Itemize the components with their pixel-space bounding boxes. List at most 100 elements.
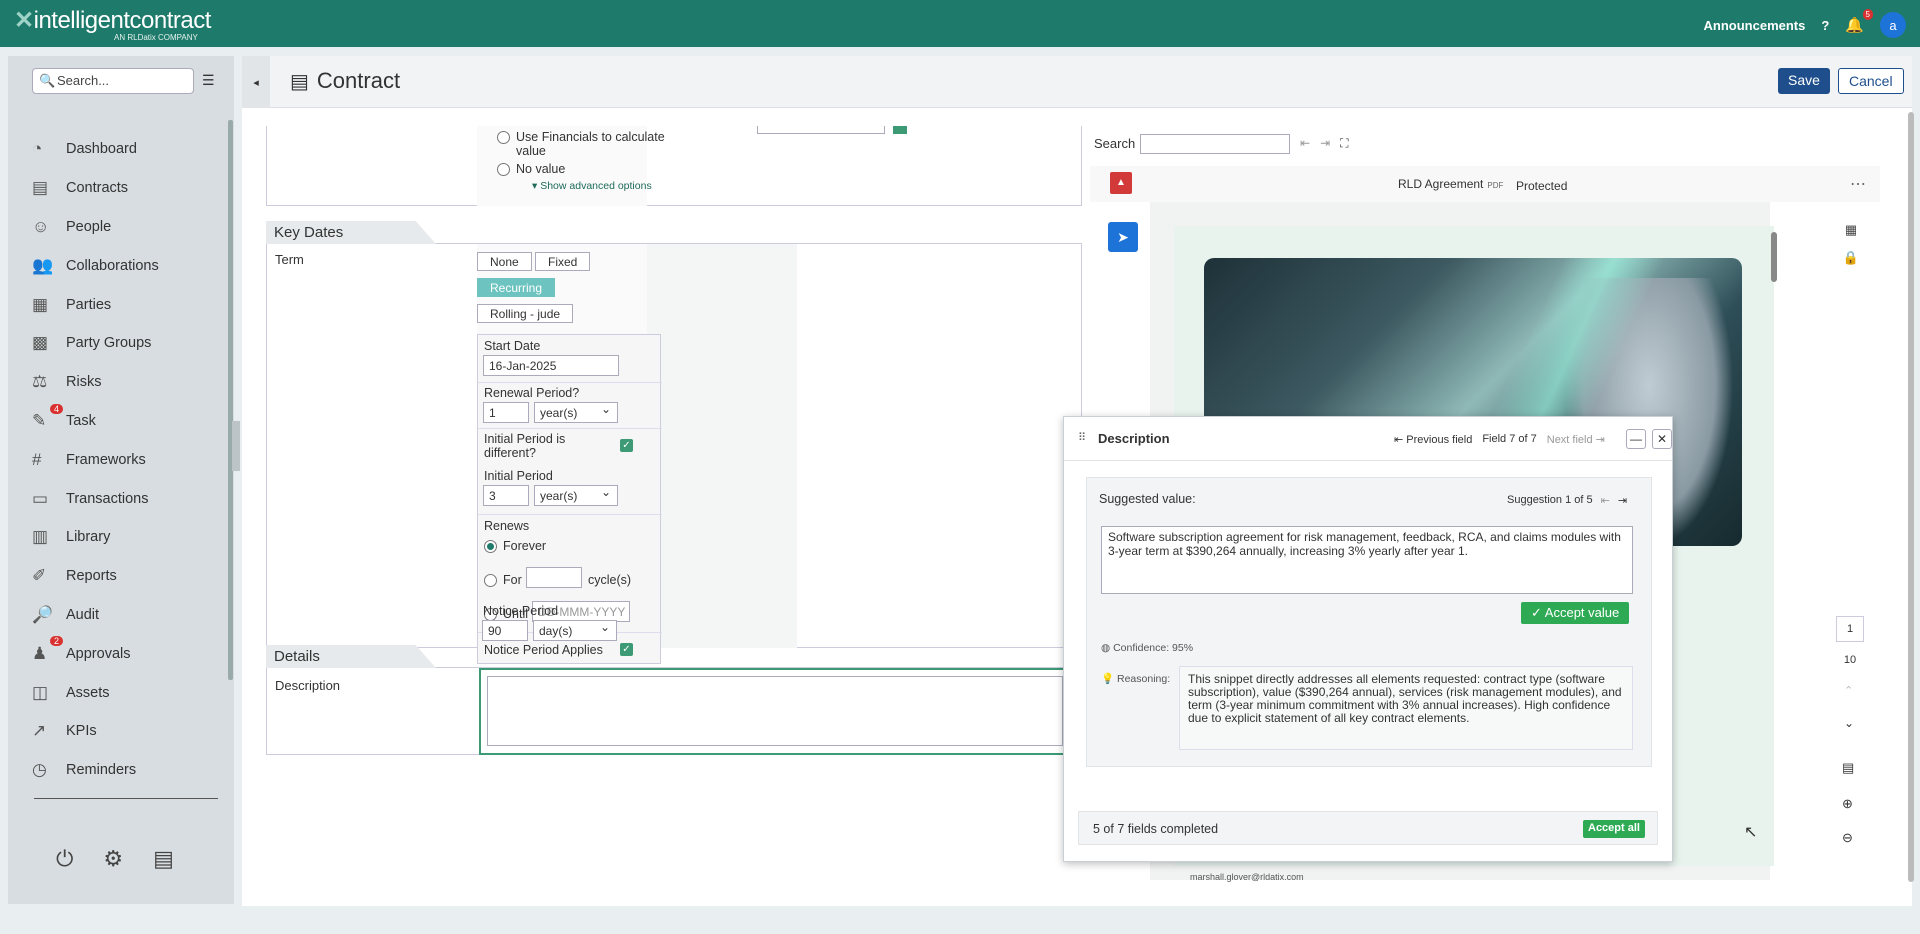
sidebar-item-kpis[interactable]: ↗ KPIs	[32, 712, 222, 751]
brand-subtitle: AN RLDatix COMPANY	[114, 33, 198, 42]
no-value-radio[interactable]: No value	[497, 162, 565, 176]
description-textarea[interactable]	[487, 676, 1063, 746]
sidebar-item-audit[interactable]: 🔎 Audit	[32, 596, 222, 635]
reasoning-label: 💡 Reasoning:	[1101, 672, 1170, 685]
sidebar-item-collaborations[interactable]: 👥 Collaborations	[32, 246, 222, 285]
next-field-button[interactable]: Next field ⇥	[1547, 433, 1605, 446]
cancel-button[interactable]: Cancel	[1838, 68, 1904, 94]
close-icon[interactable]: ✕	[1652, 429, 1672, 449]
sidebar-item-reports[interactable]: ✐ Reports	[32, 557, 222, 596]
start-date-input[interactable]: 16-Jan-2025	[483, 355, 619, 376]
task-icon: ✎	[32, 410, 47, 430]
initial-diff-checkbox[interactable]: ✓	[620, 439, 633, 452]
initial-period-input[interactable]: 3	[483, 485, 529, 506]
clapperboard-icon[interactable]: ▤	[153, 846, 174, 872]
page-up-icon[interactable]: ⌃	[1844, 684, 1853, 697]
notice-period-input[interactable]: 90	[482, 620, 528, 641]
sidebar-item-label: Library	[66, 529, 111, 546]
sidebar-item-people[interactable]: ☺ People	[32, 208, 222, 247]
sidebar-search-input[interactable]: 🔍 Search...	[32, 68, 194, 94]
suggestion-text[interactable]: Software subscription agreement for risk…	[1101, 526, 1633, 594]
viewer-search-input[interactable]	[1140, 134, 1290, 154]
next-suggestion-icon[interactable]: ⇥	[1618, 494, 1627, 507]
audit-icon: 🔎	[32, 604, 54, 624]
sidebar-item-label: KPIs	[66, 723, 97, 740]
previous-field-button[interactable]: ⇤ Previous field	[1394, 433, 1472, 446]
grid-view-icon[interactable]: ▦	[1836, 222, 1866, 238]
sidebar-item-transactions[interactable]: ▭ Transactions	[32, 479, 222, 518]
select-cursor-icon[interactable]: ➤	[1108, 222, 1138, 252]
sidebar-item-parties[interactable]: ▦ Parties	[32, 285, 222, 324]
reminders-icon: ◷	[32, 760, 47, 780]
dashboard-icon: ◔	[32, 139, 43, 159]
renewal-period-input[interactable]: 1	[483, 402, 529, 423]
notice-unit-select[interactable]: day(s)	[533, 620, 617, 641]
document-title: RLD Agreement	[1398, 177, 1484, 191]
zoom-out-icon[interactable]: ⊖	[1842, 830, 1853, 846]
drag-handle-icon[interactable]: ⠿	[1078, 431, 1086, 444]
sidebar-item-frameworks[interactable]: # Frameworks	[32, 440, 222, 479]
confidence-icon: ◍	[1101, 642, 1111, 654]
notifications-bell-icon[interactable]: 🔔 5	[1845, 9, 1873, 34]
sidebar-item-dashboard[interactable]: ◔ Dashboard	[32, 130, 222, 169]
document-scroll-thumb[interactable]	[1771, 232, 1777, 282]
next-match-icon[interactable]: ⇥	[1320, 136, 1330, 151]
prev-suggestion-icon[interactable]: ⇤	[1601, 494, 1610, 507]
document-name: RLD Agreement PDF	[1398, 177, 1503, 191]
use-financials-radio[interactable]: Use Financials to calculate value	[497, 130, 677, 158]
term-recurring-button[interactable]: Recurring	[477, 278, 556, 297]
task-count-badge: 4	[50, 403, 64, 414]
save-button[interactable]: Save	[1778, 68, 1830, 94]
fullscreen-icon[interactable]: ⛶	[1340, 136, 1348, 151]
collapse-sidebar-icon[interactable]: ◂	[242, 56, 270, 108]
document-scrollbar[interactable]	[1770, 218, 1778, 868]
sidebar-item-approvals[interactable]: ♟ 2 Approvals	[32, 634, 222, 673]
sidebar-item-party-groups[interactable]: ▩ Party Groups	[32, 324, 222, 363]
reports-icon: ✐	[32, 566, 47, 586]
viewer-search-label: Search	[1094, 136, 1136, 151]
sidebar-scrollbar[interactable]	[228, 120, 233, 680]
minimize-icon[interactable]: —	[1626, 429, 1646, 449]
financial-value-input[interactable]	[757, 126, 885, 134]
lock-icon[interactable]: 🔒	[1836, 250, 1866, 266]
prev-match-icon[interactable]: ⇤	[1300, 136, 1310, 151]
accept-value-button[interactable]: ✓ Accept value	[1521, 602, 1630, 624]
radio-label: For	[503, 573, 522, 587]
announcements-link[interactable]: Announcements	[1704, 18, 1806, 33]
page-scrollbar[interactable]	[1908, 110, 1914, 890]
accept-all-button[interactable]: Accept all	[1583, 820, 1645, 838]
radio-label: Forever	[503, 539, 547, 553]
user-avatar[interactable]: a	[1880, 12, 1906, 38]
saved-search-icon[interactable]: ☰	[202, 72, 215, 89]
zoom-in-icon[interactable]: ⊕	[1842, 796, 1853, 812]
sidebar-item-library[interactable]: ▥ Library	[32, 518, 222, 557]
gear-icon[interactable]: ⚙	[103, 846, 123, 872]
renews-cycles-input[interactable]	[526, 567, 582, 588]
more-options-icon[interactable]: ⋯	[1850, 174, 1866, 194]
term-fixed-button[interactable]: Fixed	[535, 252, 591, 271]
page-scroll-thumb[interactable]	[1908, 112, 1914, 882]
sidebar-item-risks[interactable]: ⚖ Risks	[32, 363, 222, 402]
renews-forever-radio[interactable]: Forever	[484, 539, 546, 553]
term-none-button[interactable]: None	[477, 252, 532, 271]
renewal-unit-select[interactable]: year(s)	[534, 402, 618, 423]
document-export-icon[interactable]: ▤	[1842, 760, 1854, 776]
sidebar-item-task[interactable]: ✎ 4 Task	[32, 402, 222, 441]
sidebar-item-assets[interactable]: ◫ Assets	[32, 673, 222, 712]
renews-for-radio[interactable]: For	[484, 573, 522, 587]
power-icon[interactable]: ⏻	[56, 846, 73, 872]
panel-title: Description	[1098, 431, 1170, 446]
financials-section: Use Financials to calculate value No val…	[266, 126, 1082, 206]
sidebar-item-contracts[interactable]: ▤ Contracts	[32, 169, 222, 208]
sidebar-item-label: Frameworks	[66, 451, 146, 468]
show-advanced-link[interactable]: ▾ Show advanced options	[532, 180, 652, 192]
page-down-icon[interactable]: ⌄	[1844, 716, 1854, 730]
sidebar-resize-handle[interactable]	[232, 421, 240, 471]
initial-unit-select[interactable]: year(s)	[534, 485, 618, 506]
page-number-input[interactable]: 1	[1836, 616, 1864, 642]
sidebar-item-reminders[interactable]: ◷ Reminders	[32, 751, 222, 790]
brand-logo[interactable]: ✕intelligentcontract AN RLDatix COMPANY	[14, 6, 211, 42]
term-rolling-button[interactable]: Rolling - jude	[477, 304, 574, 323]
radio-icon	[497, 163, 510, 176]
help-icon[interactable]: ?	[1821, 18, 1829, 33]
